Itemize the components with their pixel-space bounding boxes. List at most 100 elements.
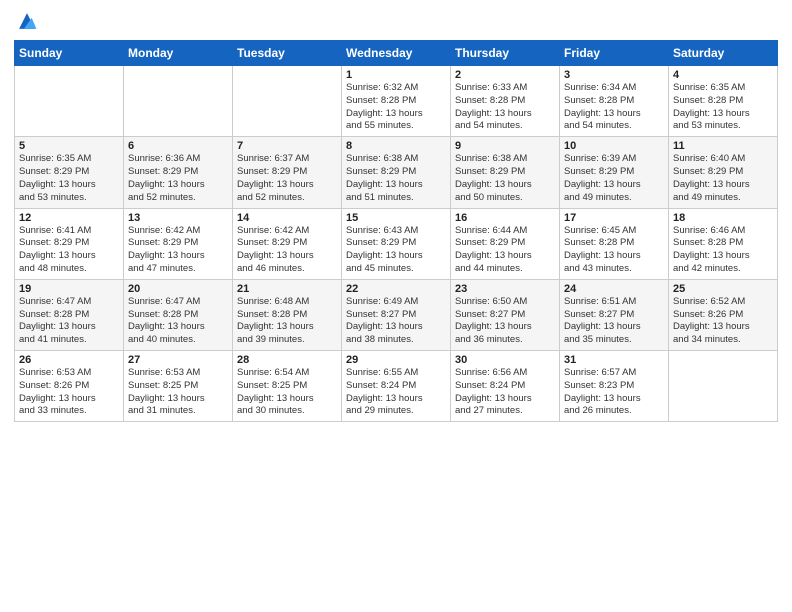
day-info: Sunrise: 6:42 AM Sunset: 8:29 PM Dayligh… [237,225,337,276]
day-cell: 1Sunrise: 6:32 AM Sunset: 8:28 PM Daylig… [342,66,451,137]
day-info: Sunrise: 6:33 AM Sunset: 8:28 PM Dayligh… [455,82,555,133]
day-info: Sunrise: 6:38 AM Sunset: 8:29 PM Dayligh… [455,153,555,204]
day-number: 30 [455,354,555,366]
day-info: Sunrise: 6:44 AM Sunset: 8:29 PM Dayligh… [455,225,555,276]
week-row-2: 12Sunrise: 6:41 AM Sunset: 8:29 PM Dayli… [15,208,778,279]
day-number: 31 [564,354,664,366]
day-number: 13 [128,212,228,224]
day-info: Sunrise: 6:35 AM Sunset: 8:29 PM Dayligh… [19,153,119,204]
day-info: Sunrise: 6:34 AM Sunset: 8:28 PM Dayligh… [564,82,664,133]
day-info: Sunrise: 6:36 AM Sunset: 8:29 PM Dayligh… [128,153,228,204]
day-info: Sunrise: 6:32 AM Sunset: 8:28 PM Dayligh… [346,82,446,133]
day-number: 2 [455,69,555,81]
day-info: Sunrise: 6:57 AM Sunset: 8:23 PM Dayligh… [564,367,664,418]
calendar-table: SundayMondayTuesdayWednesdayThursdayFrid… [14,40,778,422]
logo [14,10,38,32]
day-number: 27 [128,354,228,366]
day-info: Sunrise: 6:43 AM Sunset: 8:29 PM Dayligh… [346,225,446,276]
day-info: Sunrise: 6:47 AM Sunset: 8:28 PM Dayligh… [128,296,228,347]
day-info: Sunrise: 6:48 AM Sunset: 8:28 PM Dayligh… [237,296,337,347]
day-info: Sunrise: 6:40 AM Sunset: 8:29 PM Dayligh… [673,153,773,204]
day-number: 29 [346,354,446,366]
weekday-header-row: SundayMondayTuesdayWednesdayThursdayFrid… [15,41,778,66]
day-number: 22 [346,283,446,295]
day-info: Sunrise: 6:45 AM Sunset: 8:28 PM Dayligh… [564,225,664,276]
day-number: 7 [237,140,337,152]
day-number: 17 [564,212,664,224]
day-number: 18 [673,212,773,224]
day-cell: 12Sunrise: 6:41 AM Sunset: 8:29 PM Dayli… [15,208,124,279]
day-number: 5 [19,140,119,152]
header [14,10,778,32]
day-cell [124,66,233,137]
day-info: Sunrise: 6:35 AM Sunset: 8:28 PM Dayligh… [673,82,773,133]
day-number: 1 [346,69,446,81]
day-cell: 31Sunrise: 6:57 AM Sunset: 8:23 PM Dayli… [560,351,669,422]
day-cell: 26Sunrise: 6:53 AM Sunset: 8:26 PM Dayli… [15,351,124,422]
day-cell: 9Sunrise: 6:38 AM Sunset: 8:29 PM Daylig… [451,137,560,208]
day-cell: 13Sunrise: 6:42 AM Sunset: 8:29 PM Dayli… [124,208,233,279]
day-cell: 4Sunrise: 6:35 AM Sunset: 8:28 PM Daylig… [669,66,778,137]
day-number: 10 [564,140,664,152]
day-info: Sunrise: 6:39 AM Sunset: 8:29 PM Dayligh… [564,153,664,204]
day-cell: 16Sunrise: 6:44 AM Sunset: 8:29 PM Dayli… [451,208,560,279]
day-cell: 5Sunrise: 6:35 AM Sunset: 8:29 PM Daylig… [15,137,124,208]
day-number: 6 [128,140,228,152]
day-number: 15 [346,212,446,224]
day-cell: 7Sunrise: 6:37 AM Sunset: 8:29 PM Daylig… [233,137,342,208]
day-cell: 18Sunrise: 6:46 AM Sunset: 8:28 PM Dayli… [669,208,778,279]
day-cell: 2Sunrise: 6:33 AM Sunset: 8:28 PM Daylig… [451,66,560,137]
day-info: Sunrise: 6:54 AM Sunset: 8:25 PM Dayligh… [237,367,337,418]
day-number: 4 [673,69,773,81]
week-row-0: 1Sunrise: 6:32 AM Sunset: 8:28 PM Daylig… [15,66,778,137]
day-cell: 24Sunrise: 6:51 AM Sunset: 8:27 PM Dayli… [560,279,669,350]
day-number: 16 [455,212,555,224]
day-cell: 15Sunrise: 6:43 AM Sunset: 8:29 PM Dayli… [342,208,451,279]
day-number: 9 [455,140,555,152]
week-row-4: 26Sunrise: 6:53 AM Sunset: 8:26 PM Dayli… [15,351,778,422]
week-row-1: 5Sunrise: 6:35 AM Sunset: 8:29 PM Daylig… [15,137,778,208]
day-number: 21 [237,283,337,295]
weekday-thursday: Thursday [451,41,560,66]
weekday-wednesday: Wednesday [342,41,451,66]
day-number: 14 [237,212,337,224]
day-number: 11 [673,140,773,152]
day-number: 19 [19,283,119,295]
day-cell: 17Sunrise: 6:45 AM Sunset: 8:28 PM Dayli… [560,208,669,279]
day-cell: 27Sunrise: 6:53 AM Sunset: 8:25 PM Dayli… [124,351,233,422]
weekday-sunday: Sunday [15,41,124,66]
day-number: 8 [346,140,446,152]
day-cell: 30Sunrise: 6:56 AM Sunset: 8:24 PM Dayli… [451,351,560,422]
page: SundayMondayTuesdayWednesdayThursdayFrid… [0,0,792,612]
day-cell: 14Sunrise: 6:42 AM Sunset: 8:29 PM Dayli… [233,208,342,279]
weekday-saturday: Saturday [669,41,778,66]
day-cell: 8Sunrise: 6:38 AM Sunset: 8:29 PM Daylig… [342,137,451,208]
day-cell: 25Sunrise: 6:52 AM Sunset: 8:26 PM Dayli… [669,279,778,350]
day-cell: 28Sunrise: 6:54 AM Sunset: 8:25 PM Dayli… [233,351,342,422]
day-cell: 23Sunrise: 6:50 AM Sunset: 8:27 PM Dayli… [451,279,560,350]
day-cell: 22Sunrise: 6:49 AM Sunset: 8:27 PM Dayli… [342,279,451,350]
day-cell: 3Sunrise: 6:34 AM Sunset: 8:28 PM Daylig… [560,66,669,137]
day-info: Sunrise: 6:52 AM Sunset: 8:26 PM Dayligh… [673,296,773,347]
day-number: 3 [564,69,664,81]
day-info: Sunrise: 6:38 AM Sunset: 8:29 PM Dayligh… [346,153,446,204]
day-cell [669,351,778,422]
day-info: Sunrise: 6:49 AM Sunset: 8:27 PM Dayligh… [346,296,446,347]
day-info: Sunrise: 6:53 AM Sunset: 8:26 PM Dayligh… [19,367,119,418]
day-cell: 10Sunrise: 6:39 AM Sunset: 8:29 PM Dayli… [560,137,669,208]
day-cell: 21Sunrise: 6:48 AM Sunset: 8:28 PM Dayli… [233,279,342,350]
weekday-tuesday: Tuesday [233,41,342,66]
day-info: Sunrise: 6:56 AM Sunset: 8:24 PM Dayligh… [455,367,555,418]
week-row-3: 19 Sunrise: 6:47 AM Sunset: 8:28 PM Dayli… [15,279,778,350]
weekday-friday: Friday [560,41,669,66]
day-number: 24 [564,283,664,295]
logo-icon [16,10,38,32]
day-info: Sunrise: 6:37 AM Sunset: 8:29 PM Dayligh… [237,153,337,204]
day-number: 25 [673,283,773,295]
day-info: Sunrise: 6:55 AM Sunset: 8:24 PM Dayligh… [346,367,446,418]
day-cell: 20Sunrise: 6:47 AM Sunset: 8:28 PM Dayli… [124,279,233,350]
day-info: Sunrise: 6:46 AM Sunset: 8:28 PM Dayligh… [673,225,773,276]
day-number: 23 [455,283,555,295]
day-cell: 11Sunrise: 6:40 AM Sunset: 8:29 PM Dayli… [669,137,778,208]
weekday-monday: Monday [124,41,233,66]
